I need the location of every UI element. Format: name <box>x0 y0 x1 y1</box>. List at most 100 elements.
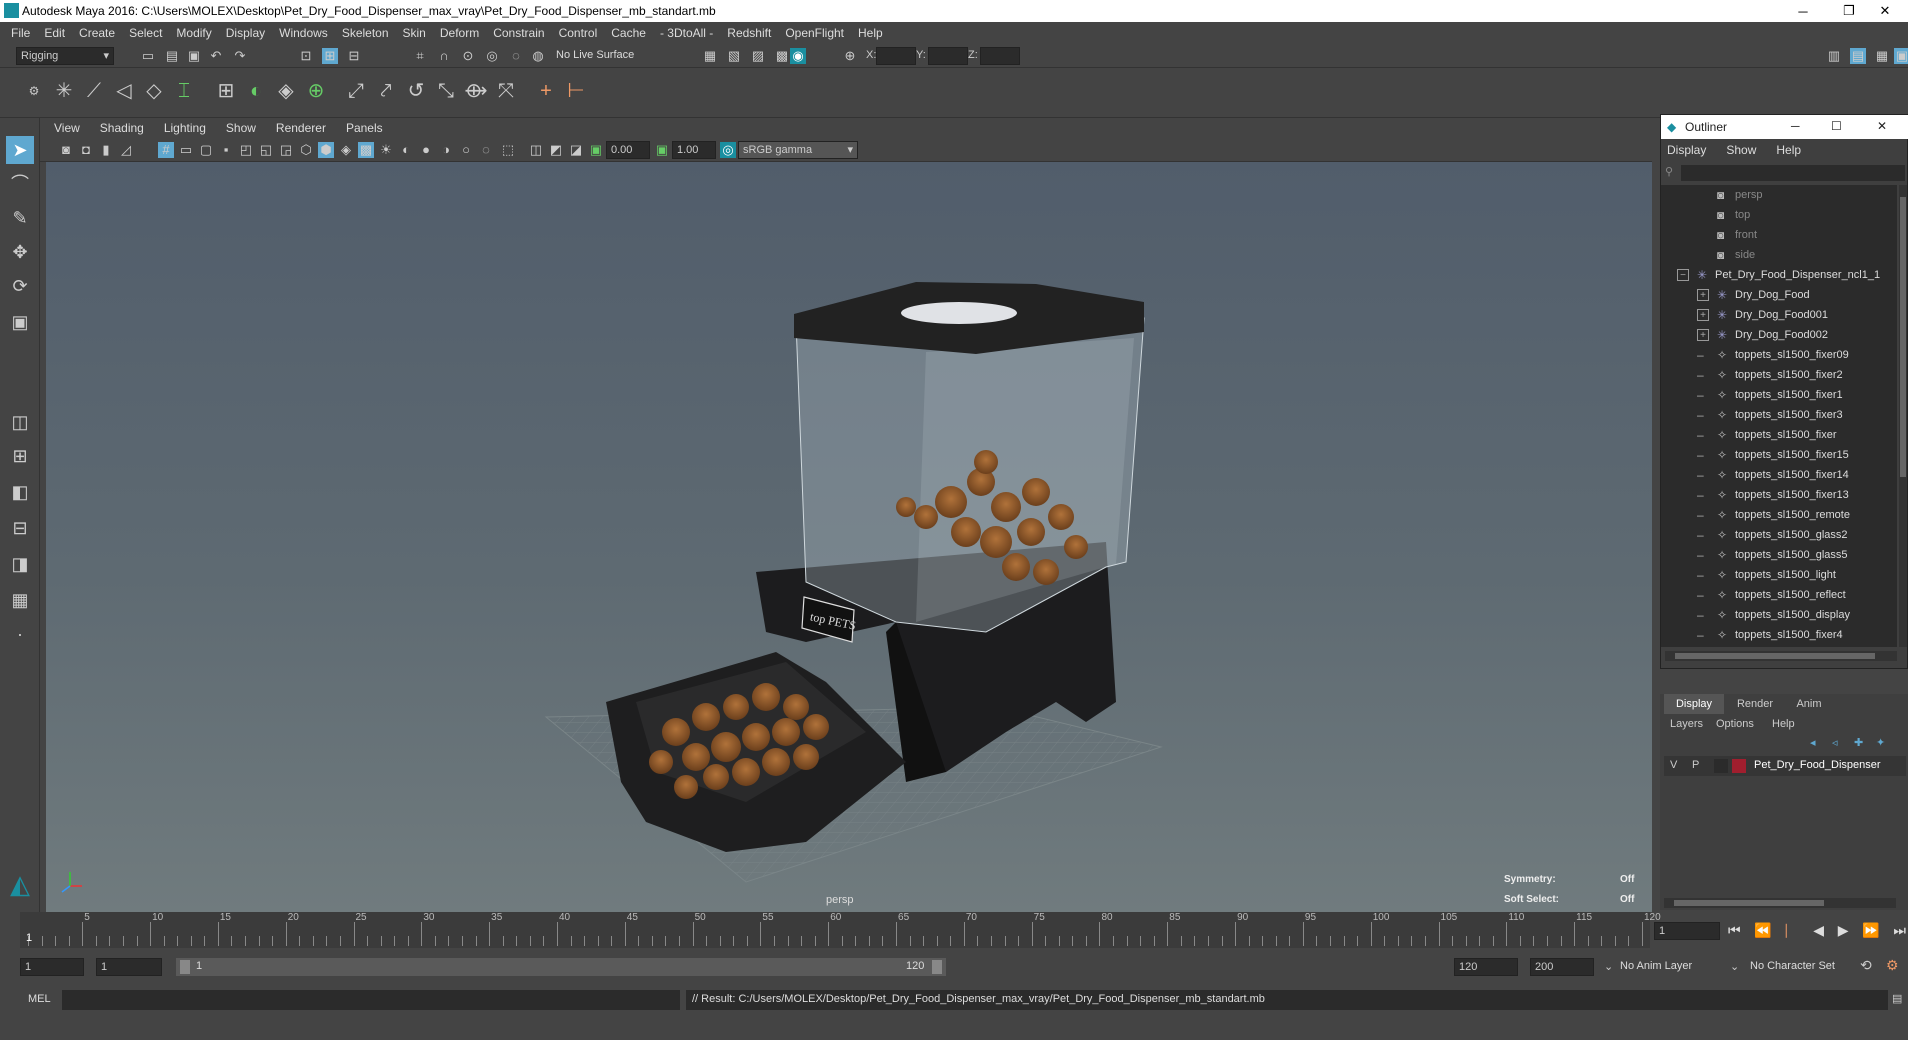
paint-select-icon[interactable]: ✎ <box>6 204 34 232</box>
layer-tab-render[interactable]: Render <box>1728 694 1782 714</box>
outliner-vscrollbar[interactable] <box>1899 185 1907 647</box>
menu-redshift[interactable]: Redshift <box>727 26 771 40</box>
render-view-icon[interactable]: ▦ <box>702 48 718 64</box>
single-view-icon[interactable]: ◫ <box>6 408 34 436</box>
menu-modify[interactable]: Modify <box>176 26 211 40</box>
outliner-filter-icon[interactable]: ⚲ <box>1665 165 1673 178</box>
anim-layer-chevron-icon[interactable]: ⌄ <box>1604 960 1613 973</box>
minimize-button[interactable]: ─ <box>1780 0 1826 22</box>
play-backward-icon[interactable]: ◀ <box>1813 922 1824 940</box>
step-forward-key-icon[interactable]: ⏩ <box>1862 922 1879 940</box>
layer-tab-anim[interactable]: Anim <box>1784 694 1834 714</box>
color-management-icon[interactable]: ◎ <box>720 142 736 158</box>
xray-joints-icon[interactable]: ◩ <box>548 142 564 158</box>
close-button[interactable]: ✕ <box>1862 0 1908 22</box>
play-forward-icon[interactable]: ▶ <box>1838 922 1849 940</box>
expand-icon[interactable]: + <box>1697 309 1709 321</box>
layout-persp-outliner-icon[interactable]: ⊟ <box>6 514 34 542</box>
animation-start-field[interactable]: 1 <box>20 958 84 976</box>
range-slider[interactable]: 1 120 <box>176 958 946 976</box>
outliner-item[interactable]: ◙ persp <box>1661 185 1897 205</box>
range-end-handle[interactable] <box>932 960 942 974</box>
lattice-icon[interactable]: ◐ <box>242 77 270 105</box>
layout-graph-icon[interactable]: ◨ <box>6 550 34 578</box>
new-layer-icon[interactable]: ✚ <box>1854 736 1863 749</box>
layer-row[interactable]: V P Pet_Dry_Food_Dispenser <box>1664 756 1906 776</box>
menu-create[interactable]: Create <box>79 26 115 40</box>
point-constraint-icon[interactable]: ⤢ <box>342 77 370 105</box>
outliner-item[interactable]: – ✧ toppets_sl1500_fixer14 <box>1661 465 1897 485</box>
layer-tab-display[interactable]: Display <box>1664 694 1724 714</box>
wireframe-on-shaded-icon[interactable]: ◈ <box>338 142 354 158</box>
use-all-lights-icon[interactable]: ☀ <box>378 142 394 158</box>
panel-menu-renderer[interactable]: Renderer <box>276 121 326 135</box>
smooth-shade-icon[interactable]: ⬢ <box>318 142 334 158</box>
gate-mask-icon[interactable]: ▪ <box>218 142 234 158</box>
mirror-joint-icon[interactable]: ◁ <box>110 77 138 105</box>
menu-help[interactable]: Help <box>858 26 883 40</box>
layout-hypershade-icon[interactable]: ▦ <box>6 586 34 614</box>
go-to-end-icon[interactable]: ⏭ <box>1893 922 1906 940</box>
outliner-menu-display[interactable]: Display <box>1667 143 1706 157</box>
outliner-search-input[interactable] <box>1681 165 1905 181</box>
collapse-icon[interactable]: − <box>1677 269 1689 281</box>
render-frame-icon[interactable]: ▧ <box>726 48 742 64</box>
lasso-tool-icon[interactable]: ⌒ <box>6 170 34 198</box>
transform-input-icon[interactable]: ⊕ <box>842 48 858 64</box>
four-view-icon[interactable]: ⊞ <box>6 442 34 470</box>
layout-two-icon[interactable]: ◧ <box>6 478 34 506</box>
anim-layer-dropdown[interactable]: No Anim Layer <box>1620 960 1720 972</box>
gamma-icon[interactable]: ▣ <box>654 142 670 158</box>
parent-constraint-icon[interactable]: ⟴ <box>462 77 490 105</box>
panel-menu-lighting[interactable]: Lighting <box>164 121 206 135</box>
menu-control[interactable]: Control <box>559 26 598 40</box>
modeling-toolkit-icon[interactable]: ▥ <box>1826 48 1842 64</box>
live-surface-label[interactable]: No Live Surface <box>556 49 634 61</box>
layer-menu-help[interactable]: Help <box>1772 718 1795 730</box>
menu-cache[interactable]: Cache <box>611 26 646 40</box>
shadows-icon[interactable]: ◐ <box>398 142 414 158</box>
outliner-item[interactable]: – ✧ toppets_sl1500_reflect <box>1661 585 1897 605</box>
rotate-tool-icon[interactable]: ⟳ <box>6 272 34 300</box>
outliner-item[interactable]: + ✳ Dry_Dog_Food002 <box>1661 325 1897 345</box>
playback-end-field[interactable]: 120 <box>1454 958 1518 976</box>
character-set-dropdown[interactable]: No Character Set <box>1750 960 1850 972</box>
save-scene-icon[interactable]: ▣ <box>186 48 202 64</box>
outliner-item[interactable]: − ✳ Pet_Dry_Food_Dispenser_ncl1_1 <box>1661 265 1897 285</box>
attribute-editor-icon[interactable]: ▤ <box>1850 48 1866 64</box>
select-tool-icon[interactable]: ➤ <box>6 136 34 164</box>
layer-reference-toggle[interactable] <box>1714 759 1728 773</box>
x-field[interactable] <box>876 47 916 65</box>
outliner-item[interactable]: – ✧ toppets_sl1500_display <box>1661 605 1897 625</box>
outliner-item[interactable]: – ✧ toppets_sl1500_glass2 <box>1661 525 1897 545</box>
snap-live-icon[interactable]: ◍ <box>530 48 546 64</box>
film-gate-icon[interactable]: ▭ <box>178 142 194 158</box>
layer-color-swatch[interactable] <box>1732 759 1746 773</box>
resolution-gate-icon[interactable]: ▢ <box>198 142 214 158</box>
char-set-chevron-icon[interactable]: ⌄ <box>1730 960 1739 973</box>
outliner-item[interactable]: – ✧ toppets_sl1500_fixer09 <box>1661 345 1897 365</box>
snap-curve-icon[interactable]: ∩ <box>436 48 452 64</box>
time-slider[interactable]: 5 10 15 20 25 30 35 40 45 50 55 60 65 70 75 80 85 90 95 100… <box>20 912 1661 948</box>
safe-title-icon[interactable]: ◲ <box>278 142 294 158</box>
playback-start-field[interactable]: 1 <box>96 958 162 976</box>
script-language-toggle[interactable]: MEL <box>28 993 51 1005</box>
menu-openflight[interactable]: OpenFlight <box>785 26 844 40</box>
new-scene-icon[interactable]: ▭ <box>140 48 156 64</box>
outliner-maximize-button[interactable]: ☐ <box>1831 119 1842 133</box>
outliner-menu-help[interactable]: Help <box>1776 143 1801 157</box>
outliner-item[interactable]: – ✧ toppets_sl1500_fixer15 <box>1661 445 1897 465</box>
panel-menu-show[interactable]: Show <box>226 121 256 135</box>
menu-skeleton[interactable]: Skeleton <box>342 26 389 40</box>
outliner-item[interactable]: – ✧ toppets_sl1500_fixer3 <box>1661 405 1897 425</box>
render-settings-icon[interactable]: ▩ <box>774 48 790 64</box>
xray-icon[interactable]: ◫ <box>528 142 544 158</box>
field-chart-icon[interactable]: ◰ <box>238 142 254 158</box>
pole-vector-icon[interactable]: ⤧ <box>492 77 520 105</box>
outliner-item[interactable]: – ✧ toppets_sl1500_fixer2 <box>1661 365 1897 385</box>
go-to-start-icon[interactable]: ⏮ <box>1728 922 1741 940</box>
perspective-viewport[interactable]: top PETS persp Symmetry: Off Soft Select… <box>46 162 1652 912</box>
snap-view-icon[interactable]: ◎ <box>484 48 500 64</box>
outliner-item[interactable]: – ✧ toppets_sl1500_light <box>1661 565 1897 585</box>
new-layer-selected-icon[interactable]: ✦ <box>1876 736 1885 749</box>
